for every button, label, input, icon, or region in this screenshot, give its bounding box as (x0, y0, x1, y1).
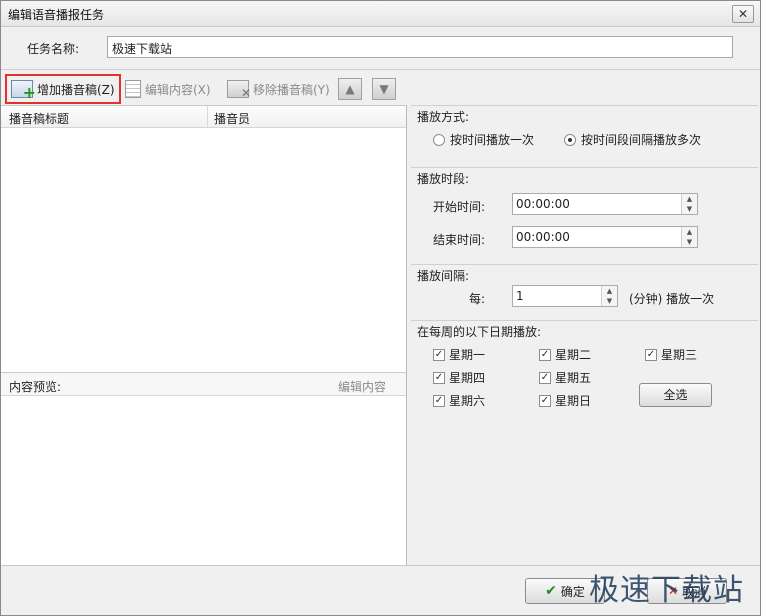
radio-play-interval[interactable]: 按时间段间隔播放多次 (564, 131, 701, 148)
task-name-label: 任务名称: (27, 42, 80, 56)
end-time-spinner[interactable]: 00:00:00 ▲ ▼ (512, 226, 698, 248)
checkbox-tuesday-label: 星期二 (555, 348, 592, 362)
weekdays-header: 在每周的以下日期播放: (417, 325, 542, 339)
play-mode-section: 播放方式: 按时间播放一次 按时间段间隔播放多次 (411, 105, 758, 167)
spinner-up-icon[interactable]: ▲ (602, 286, 617, 296)
spinner-down-icon[interactable]: ▼ (602, 296, 617, 306)
check-icon: ✓ (645, 348, 657, 361)
checkbox-monday[interactable]: ✓ 星期一 (433, 346, 485, 363)
add-script-icon (11, 80, 36, 102)
settings-pane: 播放方式: 按时间播放一次 按时间段间隔播放多次 播放时段: 开始时间: 00:… (409, 105, 760, 565)
start-time-spinner[interactable]: 00:00:00 ▲ ▼ (512, 193, 698, 215)
check-icon: ✓ (539, 371, 551, 384)
interval-spinner[interactable]: 1 ▲ ▼ (512, 285, 618, 307)
divider (1, 69, 760, 70)
checkbox-sunday-label: 星期日 (555, 394, 592, 408)
preview-label: 内容预览: (9, 380, 62, 394)
watermark-logo: 极速下载站 (589, 573, 744, 608)
checkbox-saturday[interactable]: ✓ 星期六 (433, 392, 485, 409)
spinner-down-icon[interactable]: ▼ (682, 204, 697, 214)
ok-label: 确定 (560, 584, 585, 599)
select-all-button[interactable]: 全选 (639, 383, 712, 407)
spinner-arrows[interactable]: ▲ ▼ (681, 194, 697, 214)
radio-indicator-selected (564, 133, 576, 146)
list-header: 播音稿标题 播音员 (1, 106, 406, 128)
end-time-value: 00:00:00 (516, 230, 570, 244)
column-title-header[interactable]: 播音稿标题 (9, 110, 69, 127)
close-icon: ✕ (737, 7, 749, 21)
close-button[interactable]: ✕ (732, 5, 754, 23)
spinner-arrows[interactable]: ▲ ▼ (681, 227, 697, 247)
start-time-value: 00:00:00 (516, 197, 570, 211)
dialog-window: 编辑语音播报任务 ✕ 任务名称: 极速下载站 增加播音稿(Z) 编辑内容(X) … (0, 0, 761, 616)
check-icon: ✓ (539, 394, 551, 407)
arrow-up-icon: ▲ (338, 78, 362, 100)
check-icon: ✓ (433, 394, 445, 407)
task-name-input[interactable]: 极速下载站 (107, 36, 733, 58)
document-icon (125, 80, 141, 98)
check-icon: ✓ (433, 371, 445, 384)
remove-script-button[interactable]: 移除播音稿(Y) (223, 74, 334, 104)
preview-header: 内容预览: 编辑内容 (1, 372, 406, 396)
radio-indicator (433, 133, 445, 146)
spinner-up-icon[interactable]: ▲ (682, 194, 697, 204)
play-interval-section: 播放间隔: 每: 1 ▲ ▼ (分钟) 播放一次 (411, 264, 758, 320)
move-down-button[interactable]: ▼ (372, 74, 396, 104)
radio-play-once-label: 按时间播放一次 (450, 133, 535, 147)
play-period-header: 播放时段: (417, 172, 470, 186)
move-up-button[interactable]: ▲ (338, 74, 362, 104)
check-icon: ✓ (433, 348, 445, 361)
checkbox-friday[interactable]: ✓ 星期五 (539, 369, 591, 386)
arrow-down-icon: ▼ (372, 78, 396, 100)
start-time-label: 开始时间: (433, 200, 486, 214)
interval-suffix: (分钟) 播放一次 (629, 292, 715, 306)
script-list-pane: 播音稿标题 播音员 内容预览: 编辑内容 (1, 105, 407, 565)
remove-script-label: 移除播音稿(Y) (253, 82, 330, 97)
spinner-down-icon[interactable]: ▼ (682, 237, 697, 247)
checkbox-saturday-label: 星期六 (449, 394, 486, 408)
toolbar: 增加播音稿(Z) 编辑内容(X) 移除播音稿(Y) ▲ ▼ (1, 71, 760, 105)
remove-script-icon (227, 80, 251, 100)
checkmark-icon: ✔ (545, 583, 557, 599)
edit-content-button[interactable]: 编辑内容(X) (121, 74, 215, 104)
title-bar: 编辑语音播报任务 ✕ (1, 1, 760, 27)
spinner-arrows[interactable]: ▲ ▼ (601, 286, 617, 306)
add-script-button[interactable]: 增加播音稿(Z) (5, 74, 121, 104)
window-title: 编辑语音播报任务 (8, 8, 105, 22)
every-label: 每: (469, 292, 486, 306)
play-period-section: 播放时段: 开始时间: 00:00:00 ▲ ▼ 结束时间: 00:00:00 ▲… (411, 167, 758, 264)
checkbox-thursday-label: 星期四 (449, 371, 486, 385)
checkbox-sunday[interactable]: ✓ 星期日 (539, 392, 591, 409)
checkbox-thursday[interactable]: ✓ 星期四 (433, 369, 485, 386)
interval-value: 1 (516, 289, 524, 303)
checkbox-friday-label: 星期五 (555, 371, 592, 385)
radio-play-once[interactable]: 按时间播放一次 (433, 131, 534, 148)
checkbox-wednesday[interactable]: ✓ 星期三 (645, 346, 697, 363)
end-time-label: 结束时间: (433, 233, 486, 247)
check-icon: ✓ (539, 348, 551, 361)
play-interval-header: 播放间隔: (417, 269, 470, 283)
checkbox-tuesday[interactable]: ✓ 星期二 (539, 346, 591, 363)
spinner-up-icon[interactable]: ▲ (682, 227, 697, 237)
weekdays-section: 在每周的以下日期播放: ✓ 星期一 ✓ 星期二 ✓ 星期三 ✓ 星期四 ✓ 星期五 ✓ 星期… (411, 320, 758, 422)
edit-content-label: 编辑内容(X) (145, 82, 211, 97)
checkbox-wednesday-label: 星期三 (661, 348, 698, 362)
add-script-label: 增加播音稿(Z) (37, 82, 115, 97)
preview-edit-link[interactable]: 编辑内容 (338, 378, 386, 395)
task-name-row: 任务名称: 极速下载站 (1, 28, 760, 68)
radio-play-interval-label: 按时间段间隔播放多次 (581, 133, 702, 147)
column-announcer-header[interactable]: 播音员 (207, 106, 256, 127)
play-mode-header: 播放方式: (417, 110, 470, 124)
checkbox-monday-label: 星期一 (449, 348, 486, 362)
